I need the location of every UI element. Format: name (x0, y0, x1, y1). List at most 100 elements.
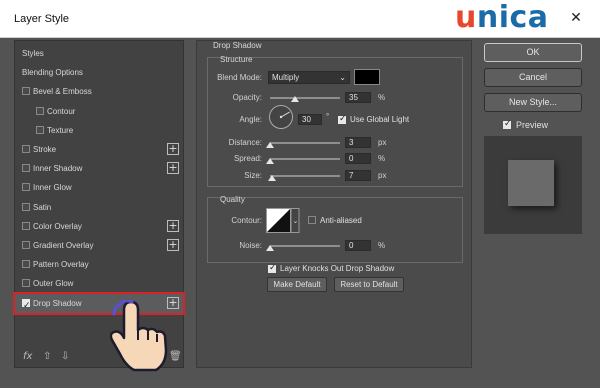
trash-icon[interactable]: 🗑 (169, 351, 182, 362)
style-item-checkbox[interactable] (36, 106, 44, 115)
contour-picker[interactable]: ⌄ (266, 208, 300, 234)
angle-field[interactable]: 30 (298, 114, 322, 125)
style-item-label: Inner Shadow (33, 164, 83, 174)
opacity-unit: % (378, 93, 386, 102)
noise-slider-thumb[interactable] (266, 245, 274, 251)
opacity-field[interactable]: 35 (345, 92, 371, 103)
close-icon[interactable]: ✕ (568, 10, 584, 26)
style-item-label: Inner Glow (33, 183, 72, 193)
make-default-button[interactable]: Make Default (267, 277, 327, 292)
style-item-checkbox[interactable] (22, 241, 30, 249)
size-slider[interactable] (270, 175, 340, 177)
distance-slider[interactable] (270, 142, 340, 144)
style-item-checkbox[interactable] (22, 164, 30, 173)
unica-logo: unica (455, 0, 549, 35)
ok-button[interactable]: OK (484, 43, 582, 62)
spread-field[interactable]: 0 (345, 153, 371, 164)
title-bar: Layer Style unica ✕ (0, 0, 600, 38)
style-preview (484, 136, 582, 234)
blend-mode-select[interactable]: Multiply ⌄ (268, 71, 350, 84)
style-item-label: Styles (22, 49, 44, 58)
style-item-checkbox[interactable] (22, 279, 30, 288)
spread-slider[interactable] (270, 158, 340, 160)
style-item-inner-glow[interactable]: Inner Glow (15, 178, 183, 197)
style-item-inner-shadow[interactable]: Inner Shadow + (15, 159, 183, 178)
style-item-checkbox[interactable] (22, 221, 30, 230)
drop-shadow-settings: Drop Shadow Structure Blend Mode: Multip… (196, 40, 472, 368)
noise-field[interactable]: 0 (345, 240, 371, 251)
style-item-label: Satin (33, 202, 52, 212)
spread-unit: % (378, 154, 386, 163)
style-item-contour[interactable]: Contour (15, 102, 183, 121)
style-item-satin[interactable]: Satin (15, 198, 183, 217)
style-item-checkbox[interactable] (22, 145, 30, 153)
structure-group: Structure Blend Mode: Multiply ⌄ Opacity:… (207, 55, 463, 187)
style-item-checkbox[interactable] (22, 183, 30, 192)
style-item-checkbox[interactable] (22, 202, 30, 211)
opacity-label: Opacity: (232, 93, 262, 102)
add-effect-icon[interactable]: + (167, 143, 179, 155)
distance-field[interactable]: 3 (345, 137, 371, 148)
blend-mode-label: Blend Mode: (217, 73, 262, 82)
fx-icon[interactable]: fx (23, 351, 32, 362)
style-item-blending-options[interactable]: Blending Options (15, 63, 183, 82)
style-item-checkbox[interactable] (36, 125, 44, 134)
spread-slider-thumb[interactable] (266, 158, 274, 164)
add-effect-icon[interactable]: + (167, 219, 179, 232)
add-effect-icon[interactable]: + (167, 162, 179, 175)
style-item-label: Blending Options (22, 68, 83, 78)
style-item-texture[interactable]: Texture (15, 121, 183, 140)
new-style-button[interactable]: New Style... (484, 93, 582, 112)
angle-label: Angle: (239, 115, 262, 124)
contour-label: Contour: (231, 216, 262, 225)
style-item-styles[interactable]: Styles (15, 44, 183, 63)
opacity-slider-thumb[interactable] (290, 96, 299, 102)
angle-dial[interactable] (268, 104, 294, 130)
structure-title: Structure (220, 55, 253, 64)
style-item-outer-glow[interactable]: Outer Glow (15, 274, 183, 293)
style-item-stroke[interactable]: Stroke + (15, 140, 183, 159)
shadow-color-swatch[interactable] (354, 69, 380, 85)
style-item-label: Texture (47, 125, 74, 135)
distance-slider-thumb[interactable] (266, 142, 274, 148)
style-item-gradient-overlay[interactable]: Gradient Overlay + (15, 236, 183, 255)
size-label: Size: (244, 171, 262, 180)
size-slider-thumb[interactable] (268, 175, 277, 181)
size-field[interactable]: 7 (345, 170, 371, 181)
size-unit: px (378, 171, 387, 180)
use-global-light-checkbox[interactable] (338, 114, 347, 124)
layer-style-dialog: Layer Style unica ✕ Styles Blending Optio… (0, 0, 600, 388)
style-item-color-overlay[interactable]: Color Overlay + (15, 217, 183, 236)
quality-group: Quality Contour: ⌄ Anti-aliased Noise: 0… (207, 195, 463, 263)
opacity-slider[interactable] (270, 97, 340, 99)
knocks-out-checkbox[interactable] (268, 263, 277, 273)
style-item-bevel-emboss[interactable]: Bevel & Emboss (15, 82, 183, 101)
style-item-label: Gradient Overlay (33, 241, 94, 250)
move-up-icon[interactable]: ⇧ (43, 351, 51, 362)
reset-to-default-button[interactable]: Reset to Default (334, 277, 404, 292)
style-item-label: Color Overlay (33, 221, 82, 231)
style-item-label: Contour (47, 106, 76, 116)
section-title: Drop Shadow (213, 41, 262, 50)
spread-label: Spread: (233, 154, 262, 163)
window-title: Layer Style (14, 13, 70, 25)
knocks-out-label: Layer Knocks Out Drop Shadow (280, 264, 395, 273)
style-item-checkbox[interactable] (22, 87, 30, 96)
anti-aliased-label: Anti-aliased (320, 216, 362, 225)
distance-label: Distance: (228, 138, 262, 147)
noise-label: Noise: (239, 241, 262, 250)
cancel-button[interactable]: Cancel (484, 68, 582, 87)
style-item-checkbox[interactable] (22, 260, 30, 269)
move-down-icon[interactable]: ⇩ (61, 351, 69, 362)
svg-text:⌄: ⌄ (293, 217, 299, 225)
style-item-label: Stroke (33, 145, 57, 154)
add-effect-icon[interactable]: + (167, 239, 179, 251)
use-global-light-label: Use Global Light (350, 115, 410, 124)
chevron-down-icon: ⌄ (339, 73, 346, 82)
style-item-checkbox[interactable] (22, 297, 31, 316)
preview-checkbox[interactable] (503, 119, 512, 129)
pointing-hand-icon (110, 300, 168, 372)
noise-slider[interactable] (270, 245, 340, 247)
anti-aliased-checkbox[interactable] (308, 216, 316, 224)
style-item-pattern-overlay[interactable]: Pattern Overlay (15, 255, 183, 274)
